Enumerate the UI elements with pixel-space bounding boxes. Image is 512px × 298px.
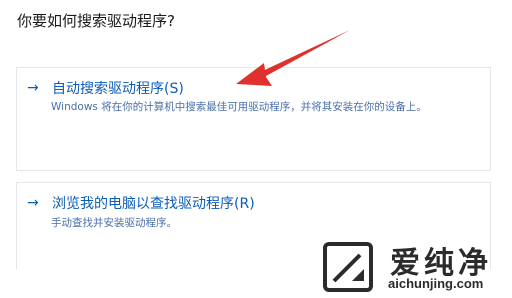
brand-logo-icon [323,242,373,292]
dialog-question: 你要如何搜索驱动程序? [17,12,175,30]
auto-search-description: Windows 将在你的计算机中搜索最佳可用驱动程序，并将其安装在你的设备上。 [51,101,427,113]
browse-computer-description: 手动查找并安装驱动程序。 [51,217,177,229]
auto-search-label[interactable]: 自动搜索驱动程序(S) [52,78,184,98]
watermark-url: aichunjing.com [388,276,484,291]
driver-update-dialog: 你要如何搜索驱动程序? → 自动搜索驱动程序(S) Windows 将在你的计算… [0,0,512,298]
auto-search-option[interactable]: → 自动搜索驱动程序(S) Windows 将在你的计算机中搜索最佳可用驱动程序… [16,67,491,171]
auto-search-title-row[interactable]: → 自动搜索驱动程序(S) [27,78,184,98]
right-arrow-icon: → [27,80,39,96]
browse-title-row[interactable]: → 浏览我的电脑以查找驱动程序(R) [27,193,255,213]
right-arrow-icon: → [27,195,39,211]
watermark: 爱纯净 aichunjing.com [318,236,512,298]
browse-computer-label[interactable]: 浏览我的电脑以查找驱动程序(R) [52,193,255,213]
